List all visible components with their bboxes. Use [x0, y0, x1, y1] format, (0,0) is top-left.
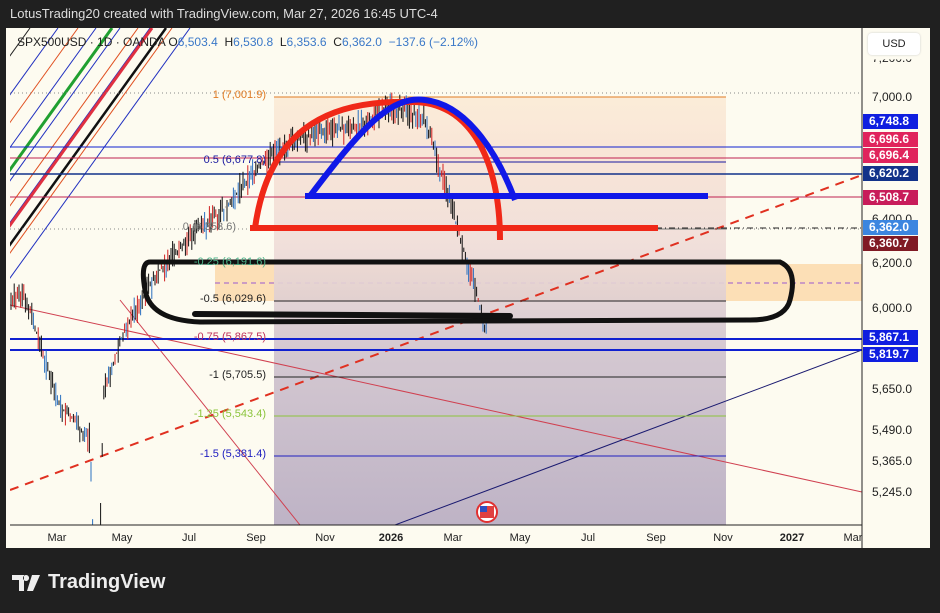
chart-canvas[interactable]	[0, 0, 940, 613]
currency-button[interactable]: USD	[868, 33, 920, 55]
change-value: −137.6 (−2.12%)	[388, 35, 479, 49]
time-axis-label: Sep	[246, 532, 266, 544]
price-badge: 6,362.0	[863, 220, 918, 235]
price-badge: 5,819.7	[863, 347, 918, 362]
low-value: 6,353.6	[286, 35, 327, 49]
price-axis-label: 7,000.0	[872, 90, 913, 104]
time-axis-label: Jul	[181, 532, 197, 544]
time-axis-label: Mar	[443, 532, 463, 544]
high-label: H	[224, 35, 234, 49]
price-badge: 6,620.2	[863, 166, 918, 181]
price-axis-label: 6,000.0	[872, 301, 913, 315]
time-axis-label: May	[509, 532, 531, 544]
time-axis-label: Mar	[843, 532, 863, 544]
price-axis-label: 5,490.0	[872, 423, 913, 437]
symbol-legend: SPX500USD · 1D · OANDA O6,503.4 H6,530.8…	[17, 35, 478, 49]
price-badge: 6,360.7	[863, 236, 918, 251]
price-badge: 6,696.6	[863, 132, 918, 147]
fan-line	[10, 28, 59, 96]
open-label: O	[168, 35, 178, 49]
time-axis-label: Nov	[315, 532, 335, 544]
open-value: 6,503.4	[177, 35, 218, 49]
close-label: C	[333, 35, 342, 49]
fib-level-label: 0 (6,353.6)	[182, 221, 236, 233]
price-axis-label: 6,200.0	[872, 256, 913, 270]
time-axis-label: Sep	[646, 532, 666, 544]
time-axis-label: Nov	[713, 532, 733, 544]
fib-level-label: -1 (5,705.5)	[209, 369, 266, 381]
time-axis-label: 2027	[779, 532, 805, 544]
close-value: 6,362.0	[341, 35, 382, 49]
fib-level-label: -0.5 (6,029.6)	[199, 293, 266, 305]
fib-level-label: -1.5 (5,381.4)	[199, 448, 266, 460]
fib-level-label: -0.25 (6,191.6)	[193, 256, 266, 268]
price-badge: 6,748.8	[863, 114, 918, 129]
time-axis-label: 2026	[378, 532, 404, 544]
high-value: 6,530.8	[233, 35, 274, 49]
fib-level-label: -1.25 (5,543.4)	[193, 408, 266, 420]
fib-level-label: 1 (7,001.9)	[212, 89, 266, 101]
tradingview-logo[interactable]: TradingView	[12, 571, 165, 594]
time-axis-label: Mar	[47, 532, 67, 544]
time-axis-label: May	[111, 532, 133, 544]
fib-level-label: 0.5 (6,677.8)	[203, 154, 266, 166]
symbol-info[interactable]: SPX500USD · 1D · OANDA	[17, 35, 165, 49]
price-axis-label: 5,365.0	[872, 454, 913, 468]
fan-line	[10, 28, 168, 247]
price-badge: 6,696.4	[863, 148, 918, 163]
fan-line	[10, 28, 79, 124]
tradingview-logo-icon	[12, 574, 40, 591]
price-badge: 6,508.7	[863, 190, 918, 205]
fan-line	[10, 28, 121, 182]
price-badge: 5,867.1	[863, 330, 918, 345]
black-line-drawing	[192, 311, 513, 319]
price-axis-label: 5,245.0	[872, 485, 913, 499]
time-axis-label: Jul	[580, 532, 596, 544]
brand-name: TradingView	[48, 571, 166, 593]
price-axis-label: 5,650.0	[872, 382, 913, 396]
fib-level-label: -0.75 (5,867.5)	[193, 331, 266, 343]
low-label: L	[279, 35, 287, 49]
